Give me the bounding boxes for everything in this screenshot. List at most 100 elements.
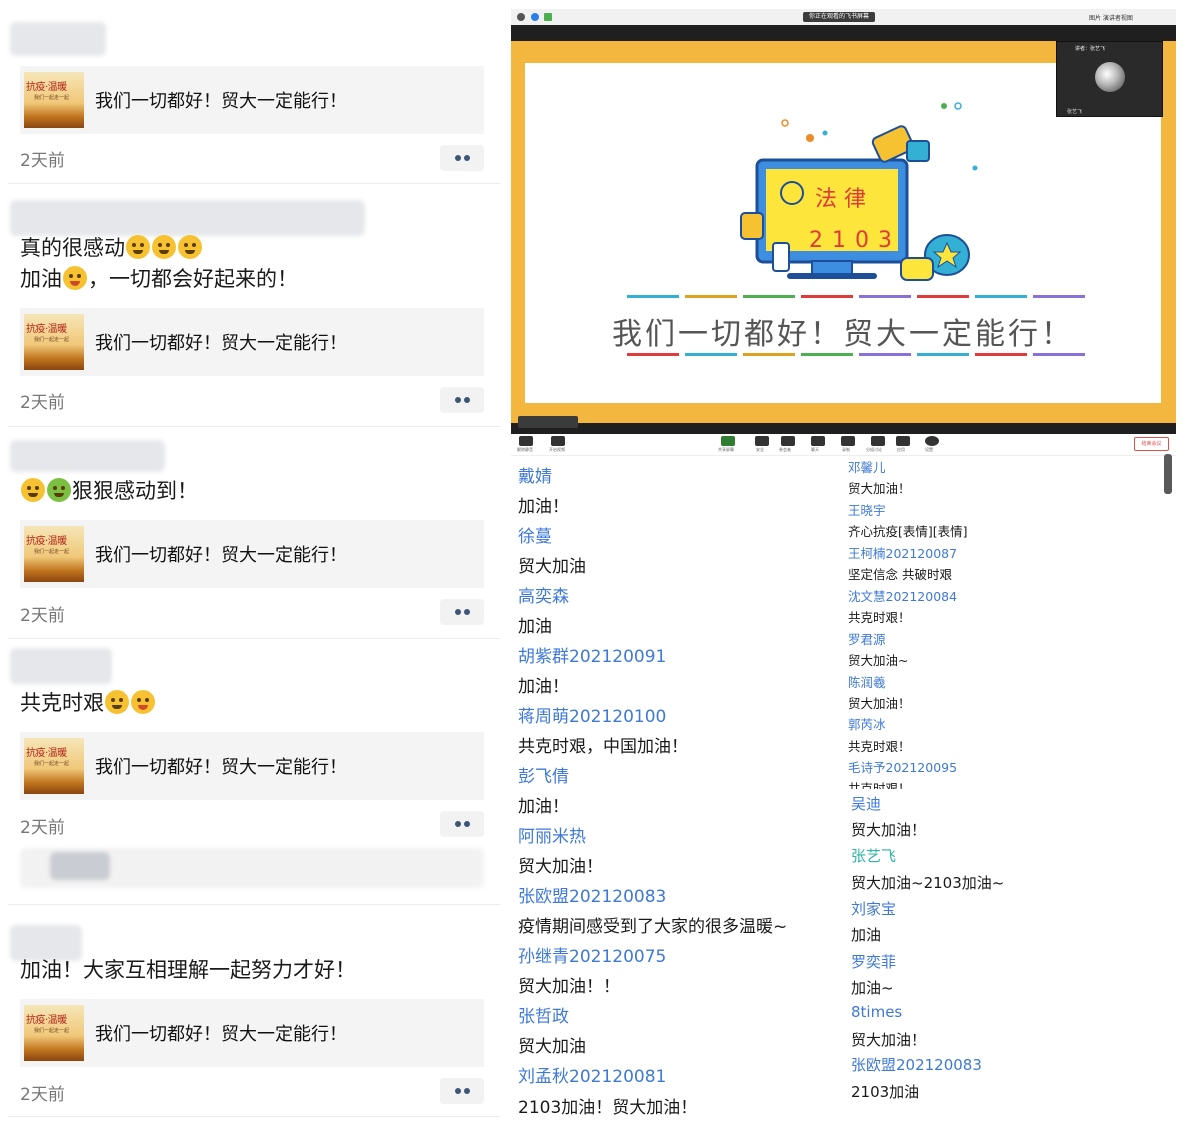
post-text-line: 共克时艰 [20,691,104,715]
crying-emoji-icon [178,235,202,259]
blurred-username [10,440,165,472]
link-card[interactable]: 抗疫·温暖 我们一起走一起 我们一切都好！贸大一定能行！ [20,520,484,588]
thumbnail-subtitle: 我们一起走一起 [34,761,70,767]
camera-icon[interactable] [551,436,565,446]
chat-sender: 张哲政 [518,1007,569,1027]
more-options-button[interactable] [440,145,484,171]
chat-message: 共克时艰！ [848,739,911,754]
link-card-title: 我们一切都好！贸大一定能行！ [95,757,347,778]
chat-sender: 罗君源 [848,632,886,647]
thumbnail-title: 抗疫·温暖 [26,82,67,93]
more-options-button[interactable] [440,1078,484,1104]
crying-emoji-icon [126,235,150,259]
chat-sender: 沈文慧202120084 [848,589,958,604]
chat-sender: 吴迪 [851,795,882,813]
chat-scrollbar[interactable] [1164,454,1172,494]
headband-emoji-icon [131,690,155,714]
chat-message: 加油~ [851,979,894,997]
chat-sender: 毛诗予202120095 [848,760,958,775]
post-text-line: ，一切都会好起来的！ [88,267,298,291]
shield-icon[interactable] [531,13,539,21]
share-screen-icon[interactable] [721,436,735,446]
chat-sender: 张艺飞 [851,847,897,865]
grin-emoji-icon [105,690,129,714]
chat-message: 加油！ [518,797,569,817]
toolbar-label: 共享屏幕 [718,447,734,452]
post-text-line: 真的很感动 [20,236,125,260]
link-card[interactable]: 抗疫·温暖 我们一起走一起 我们一切都好！贸大一定能行！ [20,308,484,376]
chat-sender: 张欧盟202120083 [851,1056,982,1074]
link-card-title: 我们一切都好！贸大一定能行！ [95,333,347,354]
link-card[interactable]: 抗疫·温暖 我们一起走一起 我们一切都好！贸大一定能行！ [20,999,484,1067]
record-icon[interactable] [841,436,855,446]
post-text-line: 加油 [20,267,62,291]
chat-sender: 高奕森 [518,587,569,607]
breakout-icon[interactable] [871,436,885,446]
chat-message: 共克时艰！ [848,610,911,625]
chat-message: 齐心抗疫[表情][表情] [848,524,968,539]
meeting-window: 你正在观看的飞书屏幕 图片 演讲者视图 法 律 2103 我们一切都好！贸大一定… [511,9,1176,434]
chat-sender: 阿丽米热 [518,827,586,847]
security-icon[interactable] [755,436,769,446]
thumbnail-title: 抗疫·温暖 [26,748,67,759]
meeting-title: 你正在观看的飞书屏幕 [803,12,876,22]
post-text: 真的很感动 [20,233,203,263]
toolbar-label: 分组讨论 [866,447,882,452]
post-text: 加油 ，一切都会好起来的！ [20,264,298,294]
chat-sender: 王柯楠202120087 [848,546,958,561]
post-text: 共克时艰 [20,688,156,718]
thumbnail-title: 抗疫·温暖 [26,536,67,547]
signal-icon [544,13,552,21]
post-time: 2天前 [20,151,65,171]
thumbnail-subtitle: 我们一起走一起 [34,549,70,555]
screen-share-chip[interactable] [518,416,578,428]
blurred-username [10,200,365,236]
chat-message: 加油！ [518,497,569,517]
article-thumbnail: 抗疫·温暖 我们一起走一起 [24,738,84,794]
toolbar-label: 设置 [925,447,933,452]
more-options-button[interactable] [440,387,484,413]
thumbnail-title: 抗疫·温暖 [26,324,67,335]
divider [8,426,500,427]
chat-message: 贸大加油 [518,557,586,577]
speaker-video-tile[interactable]: 讲者：张艺飞 张艺飞 [1056,41,1163,117]
link-card[interactable]: 抗疫·温暖 我们一起走一起 我们一切都好！贸大一定能行！ [20,732,484,800]
chat-sender: 蒋周萌202120100 [518,707,667,727]
chat-message: 贸大加油！ [851,1031,927,1049]
end-meeting-button[interactable]: 结束会议 [1134,437,1169,451]
link-card-title: 我们一切都好！贸大一定能行！ [95,545,347,566]
info-icon[interactable] [517,13,525,21]
view-mode-label[interactable]: 图片 演讲者视图 [1089,13,1133,22]
more-options-button[interactable] [440,811,484,837]
post-text-line: 狠狠感动到！ [72,479,198,503]
chat-message: 贸大加油！ [848,696,911,711]
participants-icon[interactable] [781,436,795,446]
apps-icon[interactable] [896,436,910,446]
post-time: 2天前 [20,1085,65,1105]
slide-class-number: 2103 [809,228,901,253]
mic-label: 张艺飞 [1067,109,1083,115]
chat-message: 坚定信念 共破时艰 [848,567,952,582]
chat-message: 加油 [518,617,552,637]
chat-sender: 徐蔓 [518,527,552,547]
chat-message: 贸大加油！ [848,481,911,496]
article-thumbnail: 抗疫·温暖 我们一起走一起 [24,526,84,582]
divider [8,904,500,905]
post-time: 2天前 [20,606,65,626]
mic-icon[interactable] [519,436,533,446]
toolbar-label: 开启视频 [549,447,565,452]
divider [8,638,500,639]
chat-sender: 戴婧 [518,467,552,487]
more-options-button[interactable] [440,599,484,625]
chat-message: 加油 [851,926,882,944]
chat-icon[interactable] [811,436,825,446]
link-card[interactable]: 抗疫·温暖 我们一起走一起 我们一切都好！贸大一定能行！ [20,66,484,134]
crying-emoji-icon [152,235,176,259]
gear-icon[interactable] [925,436,939,446]
link-card-title: 我们一切都好！贸大一定能行！ [95,91,347,112]
chat-message: 贸大加油 [518,1037,586,1057]
toolbar-label: 解除静音 [517,447,533,452]
chat-message: 贸大加油！ [851,821,927,839]
post-time: 2天前 [20,818,65,838]
toolbar-label: 安全 [756,447,764,452]
